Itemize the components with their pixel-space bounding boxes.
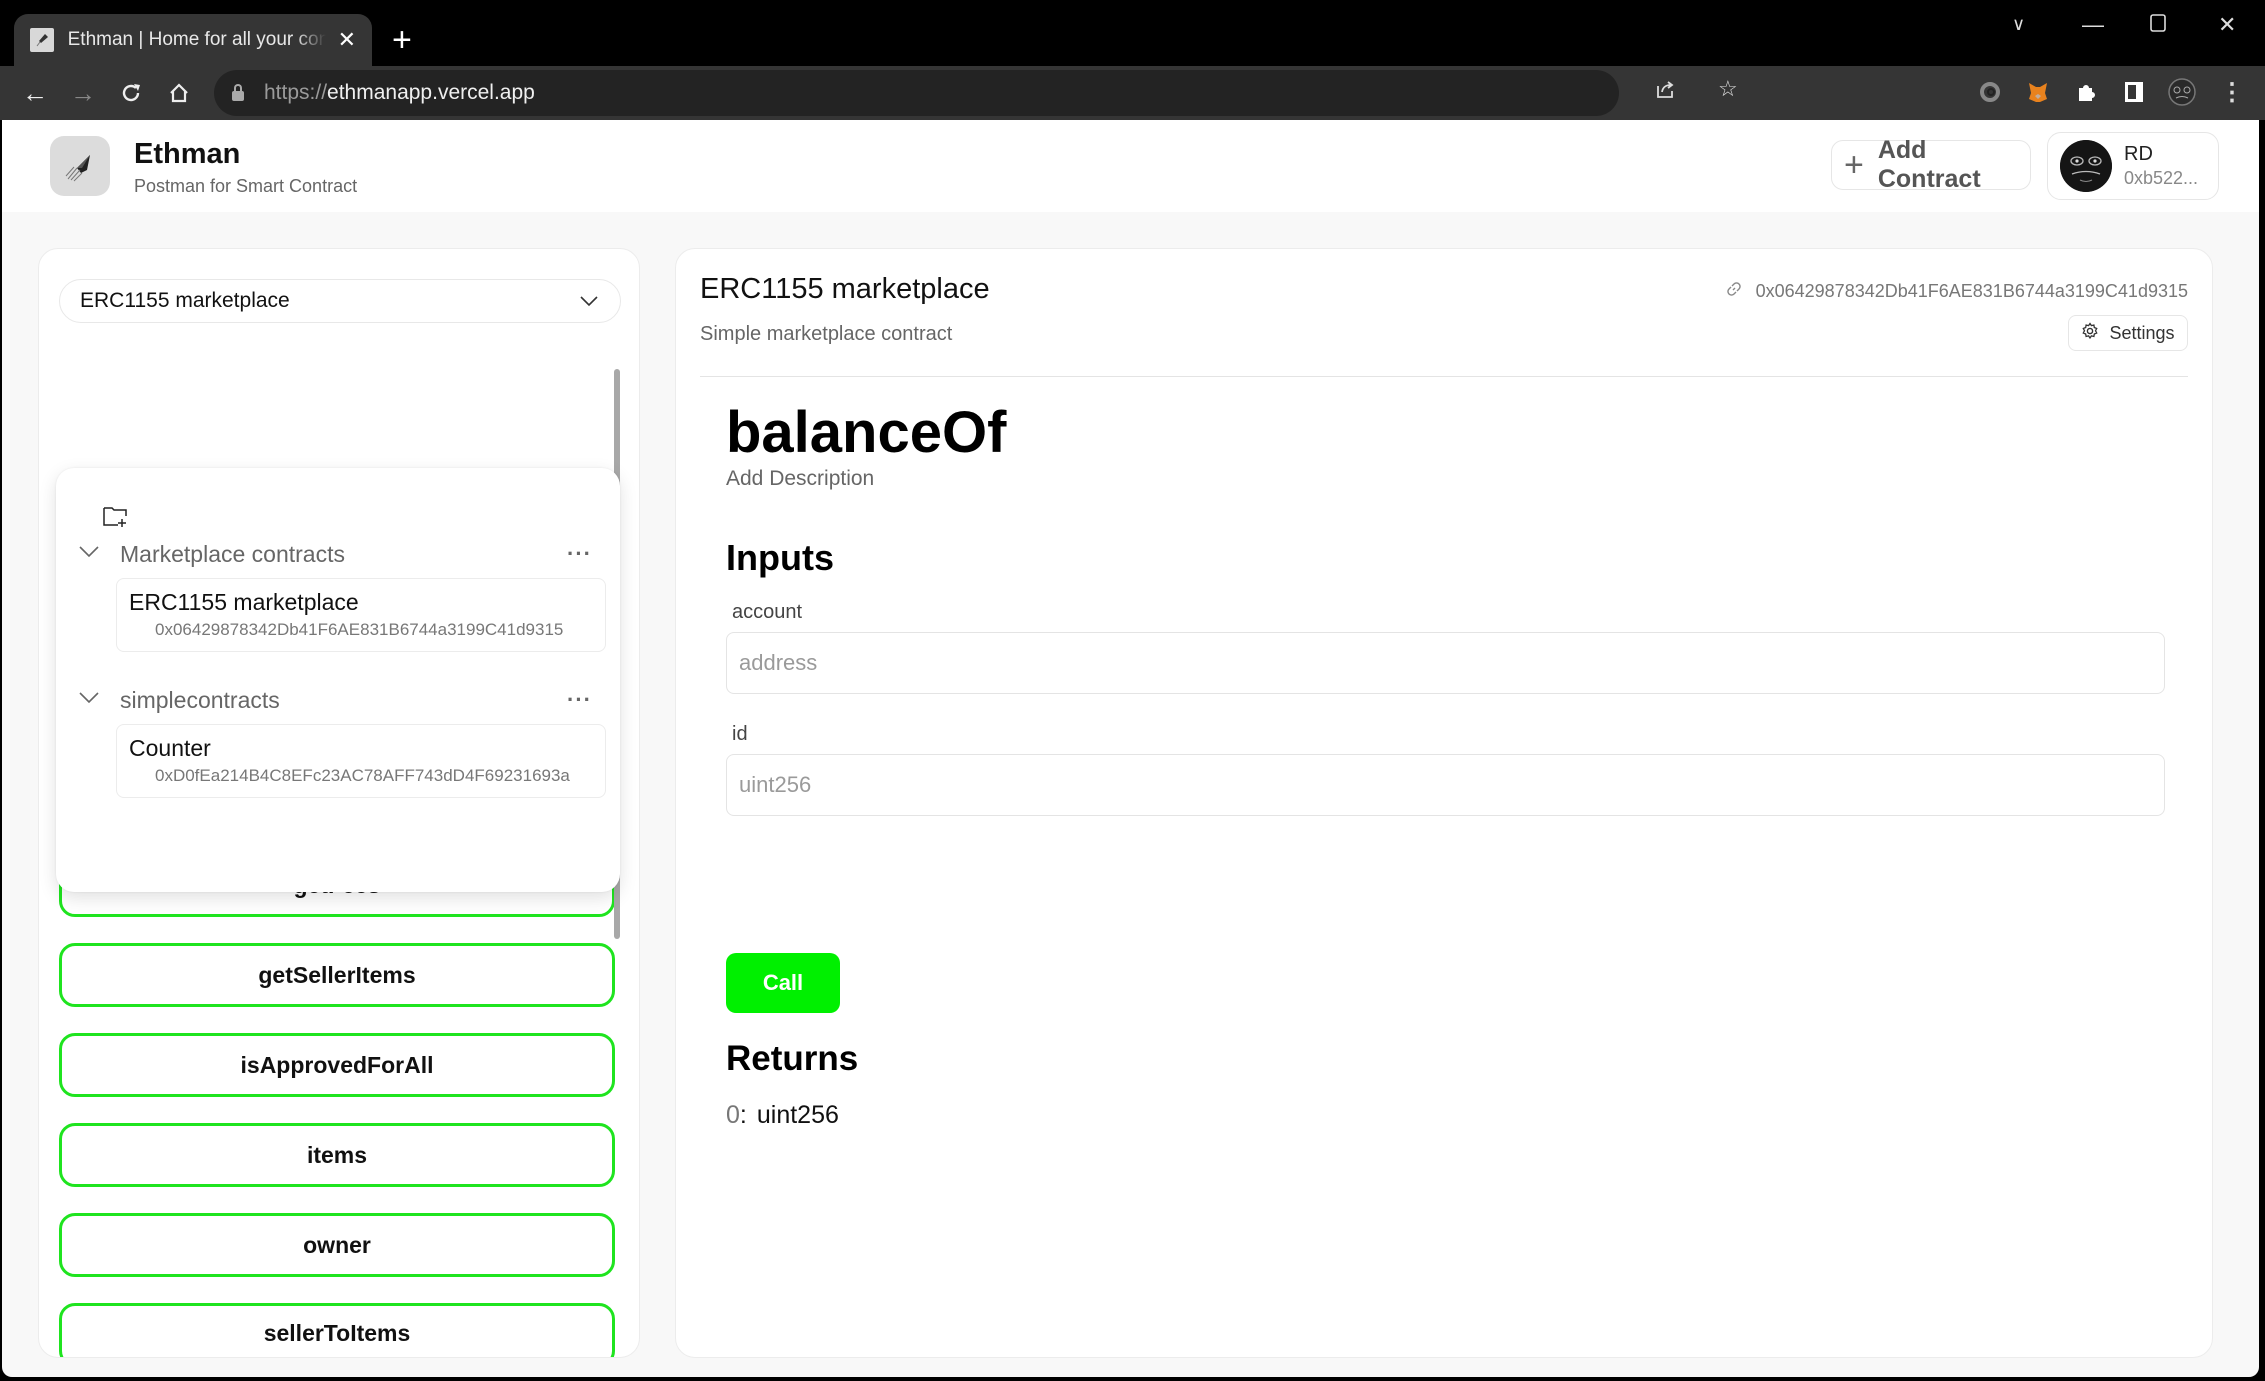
call-button[interactable]: Call xyxy=(726,953,840,1013)
more-options-icon[interactable]: ··· xyxy=(567,541,592,567)
url-host: ethmanapp.vercel.app xyxy=(327,81,535,104)
more-options-icon[interactable]: ··· xyxy=(567,687,592,713)
plus-icon: + xyxy=(1844,146,1864,184)
function-button-owner[interactable]: owner xyxy=(59,1213,615,1277)
ethman-favicon-icon xyxy=(30,28,54,52)
maximize-icon[interactable] xyxy=(2150,12,2166,38)
account-button[interactable]: RD 0xb522... xyxy=(2047,132,2219,200)
function-button-items[interactable]: items xyxy=(59,1123,615,1187)
metamask-fox-icon[interactable] xyxy=(2024,78,2052,106)
function-button-sellertoitems[interactable]: sellerToItems xyxy=(59,1303,615,1357)
chevron-down-icon[interactable] xyxy=(78,691,102,710)
id-input[interactable] xyxy=(726,754,2165,816)
contract-address-link[interactable]: 0x06429878342Db41F6AE831B6744a3199C41d93… xyxy=(1726,281,2188,302)
url-scheme: https:// xyxy=(264,81,328,104)
ethman-logo-icon[interactable] xyxy=(50,136,110,196)
function-description[interactable]: Add Description xyxy=(726,467,874,491)
puzzle-icon[interactable] xyxy=(2072,78,2100,106)
function-button-isapprovedforall[interactable]: isApprovedForAll xyxy=(59,1033,615,1097)
page: Ethman Postman for Smart Contract + Add … xyxy=(2,120,2259,1377)
sidepanel-icon[interactable] xyxy=(2120,78,2148,106)
tab-bar: Ethman | Home for all your contracts ✕ +… xyxy=(0,0,2265,66)
account-input[interactable] xyxy=(726,632,2165,694)
contract-name: ERC1155 marketplace xyxy=(129,589,359,615)
new-folder-icon[interactable] xyxy=(102,504,130,533)
main-panel: ERC1155 marketplace Simple marketplace c… xyxy=(675,248,2213,1358)
extension-loop-icon[interactable] xyxy=(1976,78,2004,106)
function-button-getselleritems[interactable]: getSellerItems xyxy=(59,943,615,1007)
contract-name: Counter xyxy=(129,735,211,761)
app-header: Ethman Postman for Smart Contract + Add … xyxy=(2,120,2259,212)
back-icon[interactable]: ← xyxy=(18,76,52,110)
account-address: 0xb522... xyxy=(2124,168,2199,188)
chevron-down-icon xyxy=(578,290,600,317)
header-divider xyxy=(700,376,2188,377)
contract-title: ERC1155 marketplace xyxy=(700,273,990,305)
close-window-icon[interactable]: ✕ xyxy=(2218,12,2236,38)
contract-description: Simple marketplace contract xyxy=(700,323,953,345)
returns-title: Returns xyxy=(726,1039,859,1078)
browser-tab[interactable]: Ethman | Home for all your contracts ✕ xyxy=(14,14,372,66)
inputs-title: Inputs xyxy=(726,537,834,578)
folder-name: Marketplace contracts xyxy=(120,540,345,567)
return-type: uint256 xyxy=(756,1101,839,1129)
star-icon[interactable]: ☆ xyxy=(1718,76,1738,102)
contract-item-erc1155-marketplace[interactable]: ERC1155 marketplace 0x06429878342Db41F6A… xyxy=(116,578,606,652)
contract-address-text: 0x06429878342Db41F6AE831B6744a3199C41d93… xyxy=(1755,281,2188,301)
add-contract-label: Add Contract xyxy=(1877,136,1981,193)
minimize-icon[interactable]: — xyxy=(2082,12,2104,38)
input-label-id: id xyxy=(732,723,748,745)
settings-label: Settings xyxy=(2109,322,2175,343)
kebab-menu-icon[interactable]: ⋮ xyxy=(2218,78,2246,106)
add-contract-button[interactable]: + Add Contract xyxy=(1831,136,2031,193)
browser-window: Ethman | Home for all your contracts ✕ +… xyxy=(0,0,2265,1381)
tab-title: Ethman | Home for all your contracts xyxy=(67,29,326,50)
app-subtitle: Postman for Smart Contract xyxy=(134,176,358,196)
contract-item-counter[interactable]: Counter 0xD0fEa214B4C8EFc23AC78AFF743dD4… xyxy=(116,724,606,798)
lock-icon xyxy=(232,84,244,101)
new-tab-icon[interactable]: + xyxy=(392,20,412,60)
folder-marketplace-contracts[interactable]: Marketplace contracts ··· xyxy=(78,536,598,572)
tab-close-icon[interactable]: ✕ xyxy=(338,27,356,53)
folder-name: simplecontracts xyxy=(120,686,280,713)
address-bar[interactable]: https:// ethmanapp.vercel.app ☆ xyxy=(214,70,1738,116)
forward-icon[interactable]: → xyxy=(66,76,100,110)
account-name: RD xyxy=(2124,143,2153,165)
contract-address: 0xD0fEa214B4C8EFc23AC78AFF743dD4F6923169… xyxy=(155,766,570,785)
contract-tree-popup: Marketplace contracts ··· ERC1155 market… xyxy=(56,468,620,892)
browser-toolbar: ← → https:// ethmanapp.vercel.app ☆ ⋮ xyxy=(0,66,2265,120)
share-icon[interactable] xyxy=(1654,78,1676,106)
contract-address: 0x06429878342Db41F6AE831B6744a3199C41d93… xyxy=(155,620,564,639)
input-label-account: account xyxy=(732,601,803,623)
return-index: 0 xyxy=(726,1101,740,1129)
chevron-down-icon[interactable] xyxy=(78,545,102,564)
reload-icon[interactable] xyxy=(114,76,148,110)
selected-contract: ERC1155 marketplace xyxy=(80,289,290,312)
gear-icon xyxy=(2081,321,2099,345)
contract-select[interactable]: ERC1155 marketplace xyxy=(59,279,621,323)
folder-simplecontracts[interactable]: simplecontracts ··· xyxy=(78,682,598,718)
link-icon xyxy=(1726,281,1742,302)
return-separator: : xyxy=(739,1101,747,1129)
avatar xyxy=(2060,140,2112,192)
function-name: balanceOf xyxy=(726,400,1007,465)
settings-button[interactable]: Settings xyxy=(2068,315,2188,351)
app-title: Ethman xyxy=(134,138,241,170)
tab-search-icon[interactable]: ∨ xyxy=(2012,14,2025,35)
home-icon[interactable] xyxy=(162,76,196,110)
return-item: 0 : uint256 xyxy=(726,1101,839,1130)
profile-icon[interactable] xyxy=(2168,78,2196,106)
